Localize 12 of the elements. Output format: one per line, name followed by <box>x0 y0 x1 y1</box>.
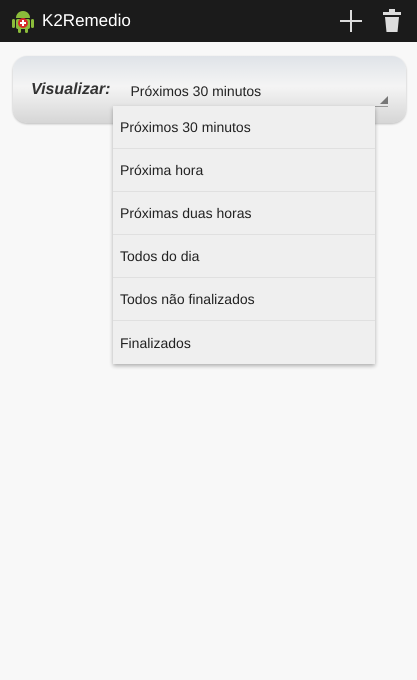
menu-item[interactable]: Próximas duas horas <box>113 192 375 235</box>
app-title: K2Remedio <box>42 11 132 31</box>
menu-item[interactable]: Próxima hora <box>113 149 375 192</box>
menu-item[interactable]: Todos não finalizados <box>113 278 375 321</box>
android-icon <box>12 9 34 33</box>
plus-icon <box>339 9 363 33</box>
menu-item[interactable]: Todos do dia <box>113 235 375 278</box>
dropdown-corner-icon <box>380 96 388 104</box>
menu-item[interactable]: Finalizados <box>113 321 375 364</box>
filter-label: Visualizar: <box>31 80 110 98</box>
trash-icon <box>383 9 401 33</box>
menu-item[interactable]: Próximos 30 minutos <box>113 106 375 149</box>
